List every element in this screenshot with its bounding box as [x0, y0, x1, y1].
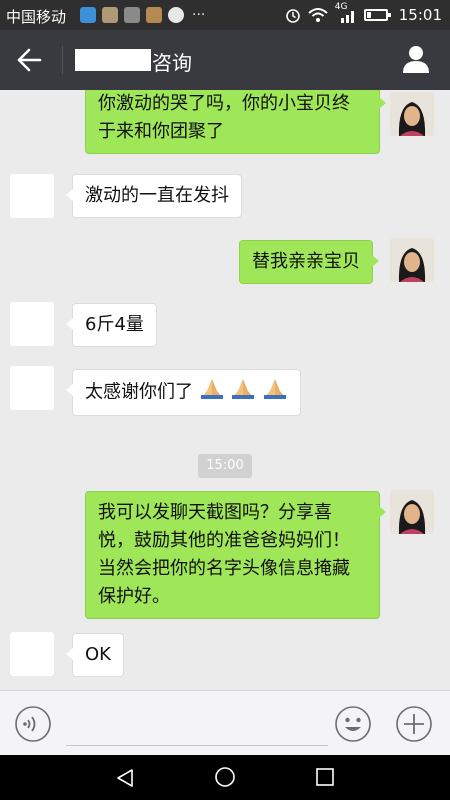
my-avatar[interactable]: [390, 490, 434, 534]
notification-app-icon: [124, 7, 140, 23]
contact-avatar[interactable]: [10, 632, 54, 676]
chat-header: 咨询: [0, 30, 450, 90]
nav-home-icon[interactable]: [214, 766, 236, 788]
input-bar: [0, 690, 450, 755]
message-input[interactable]: [66, 707, 328, 746]
weibo-icon: [168, 7, 184, 23]
message-text: OK: [85, 644, 111, 665]
status-bar: 中国移动 ··· 4G 15:01: [0, 0, 450, 30]
message-bubble-outgoing[interactable]: 替我亲亲宝贝: [239, 240, 379, 284]
contact-avatar[interactable]: [10, 302, 54, 346]
battery-icon: [363, 9, 391, 21]
smiley-icon[interactable]: [334, 705, 372, 743]
message-bubble-incoming[interactable]: 激动的一直在发抖: [66, 174, 242, 218]
chat-title: 咨询: [152, 51, 192, 75]
folded-hands-icon: [199, 377, 225, 408]
contact-avatar[interactable]: [10, 366, 54, 410]
message-text: 我可以发聊天截图吗？分享喜悦，鼓励其他的准爸爸妈妈们！当然会把你的名字头像信息掩…: [98, 502, 350, 607]
notification-app-icon: [146, 7, 162, 23]
arrow-left-icon[interactable]: [14, 46, 44, 74]
cell-signal-icon: 4G: [335, 2, 357, 23]
folded-hands-icon: [262, 377, 288, 408]
notification-app-icon: [102, 7, 118, 23]
message-text: 替我亲亲宝贝: [252, 251, 360, 272]
nav-recent-icon[interactable]: [315, 767, 335, 787]
header-divider: [62, 46, 63, 74]
folded-hands-icon: [230, 377, 256, 408]
person-icon[interactable]: [402, 44, 430, 74]
message-text: 激动的一直在发抖: [85, 185, 229, 206]
nav-back-icon[interactable]: [114, 767, 136, 789]
clock: 15:01: [398, 6, 442, 24]
carrier-name: 中国移动: [6, 8, 67, 26]
message-bubble-outgoing[interactable]: 我可以发聊天截图吗？分享喜悦，鼓励其他的准爸爸妈妈们！当然会把你的名字头像信息掩…: [85, 491, 386, 619]
redacted-name: [75, 49, 151, 71]
contact-avatar[interactable]: [10, 174, 54, 218]
message-text: 6斤4量: [85, 314, 144, 335]
message-bubble-incoming[interactable]: OK: [66, 633, 124, 677]
message-list[interactable]: 你激动的哭了吗，你的小宝贝终于来和你团聚了 激动的一直在发抖 替我亲亲宝贝 6斤…: [0, 90, 450, 690]
notification-icons: ···: [80, 7, 205, 23]
message-bubble-outgoing[interactable]: 你激动的哭了吗，你的小宝贝终于来和你团聚了: [85, 90, 386, 154]
my-avatar[interactable]: [390, 238, 434, 282]
voice-icon[interactable]: [14, 705, 52, 743]
message-bubble-incoming[interactable]: 6斤4量: [66, 303, 157, 347]
message-timestamp: 15:00: [198, 454, 252, 478]
my-avatar[interactable]: [390, 92, 434, 136]
plus-icon[interactable]: [395, 705, 433, 743]
more-notifications-icon: ···: [192, 7, 206, 23]
wifi-icon: [308, 8, 328, 22]
system-nav-bar: [0, 755, 450, 800]
message-text: 你激动的哭了吗，你的小宝贝终于来和你团聚了: [98, 93, 350, 142]
notification-app-icon: [80, 7, 96, 23]
alarm-icon: [285, 9, 300, 23]
message-text: 太感谢你们了: [85, 381, 193, 403]
message-bubble-incoming[interactable]: 太感谢你们了: [65, 369, 302, 416]
